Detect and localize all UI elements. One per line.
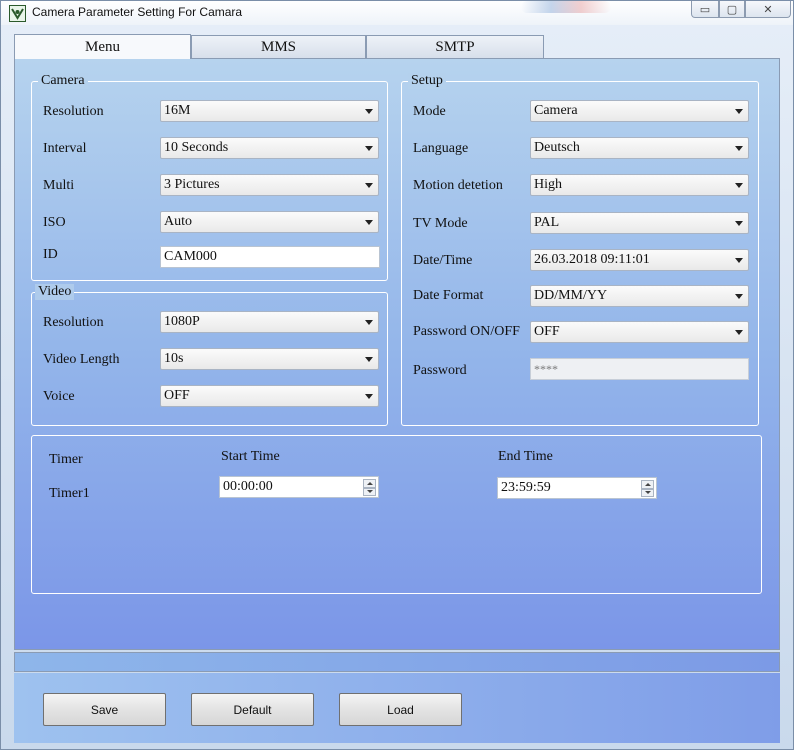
app-icon — [9, 5, 26, 22]
iso-label: ISO — [43, 215, 66, 230]
dropdown-arrow-icon — [365, 220, 373, 225]
datetime-value: 26.03.2018 09:11:01 — [534, 252, 650, 267]
iso-select[interactable]: Auto — [160, 211, 379, 233]
mode-value: Camera — [534, 103, 578, 118]
multi-value: 3 Pictures — [164, 177, 220, 192]
close-button[interactable]: ✕ — [745, 1, 791, 18]
dropdown-arrow-icon — [365, 394, 373, 399]
password-input: **** — [530, 358, 749, 380]
timer1-start-time-input[interactable]: 00:00:00 — [219, 476, 379, 498]
language-select[interactable]: Deutsch — [530, 137, 749, 159]
dropdown-arrow-icon — [735, 221, 743, 226]
voice-value: OFF — [164, 388, 190, 403]
tv-mode-value: PAL — [534, 215, 560, 230]
dropdown-arrow-icon — [735, 258, 743, 263]
date-format-label: Date Format — [413, 288, 484, 303]
password-onoff-label: Password ON/OFF — [413, 324, 520, 339]
multi-label: Multi — [43, 178, 75, 193]
dropdown-arrow-icon — [365, 146, 373, 151]
video-resolution-value: 1080P — [164, 314, 200, 329]
background-window-blur — [521, 1, 611, 13]
save-button[interactable]: Save — [43, 693, 166, 726]
motion-detection-label: Motion detetion — [413, 178, 503, 193]
tab-smtp[interactable]: SMTP — [366, 35, 544, 59]
timer1-start-value: 00:00:00 — [223, 479, 273, 494]
timer-label: Timer — [49, 452, 83, 467]
dropdown-arrow-icon — [735, 330, 743, 335]
dropdown-arrow-icon — [365, 183, 373, 188]
interval-select[interactable]: 10 Seconds — [160, 137, 379, 159]
maximize-button[interactable]: ▢ — [719, 1, 745, 18]
dropdown-arrow-icon — [735, 294, 743, 299]
video-length-select[interactable]: 10s — [160, 348, 379, 370]
camera-resolution-select[interactable]: 16M — [160, 100, 379, 122]
password-label: Password — [413, 363, 467, 378]
password-onoff-select[interactable]: OFF — [530, 321, 749, 343]
start-time-label: Start Time — [221, 449, 280, 464]
tab-menu[interactable]: Menu — [14, 34, 191, 59]
camera-settings-window: Camera Parameter Setting For Camara ▭ ▢ … — [0, 0, 794, 750]
minimize-button[interactable]: ▭ — [691, 1, 719, 18]
spin-down-icon[interactable] — [363, 487, 376, 496]
date-format-value: DD/MM/YY — [534, 288, 608, 303]
load-button[interactable]: Load — [339, 693, 462, 726]
video-resolution-label: Resolution — [43, 315, 104, 330]
dropdown-arrow-icon — [365, 320, 373, 325]
setup-group-legend: Setup — [408, 73, 446, 89]
language-label: Language — [413, 141, 469, 156]
spin-up-icon[interactable] — [363, 479, 376, 488]
video-resolution-select[interactable]: 1080P — [160, 311, 379, 333]
timer1-end-time-input[interactable]: 23:59:59 — [497, 477, 657, 499]
password-onoff-value: OFF — [534, 324, 560, 339]
datetime-select[interactable]: 26.03.2018 09:11:01 — [530, 249, 749, 271]
language-value: Deutsch — [534, 140, 580, 155]
motion-detection-value: High — [534, 177, 562, 192]
window-title: Camera Parameter Setting For Camara — [32, 5, 243, 19]
dropdown-arrow-icon — [365, 109, 373, 114]
voice-select[interactable]: OFF — [160, 385, 379, 407]
video-length-value: 10s — [164, 351, 184, 366]
dropdown-arrow-icon — [735, 183, 743, 188]
camera-resolution-value: 16M — [164, 103, 191, 118]
spin-up-icon[interactable] — [641, 480, 654, 489]
default-button[interactable]: Default — [191, 693, 314, 726]
start-time-spin-buttons[interactable] — [363, 479, 376, 496]
video-group-legend: Video — [35, 284, 75, 300]
iso-value: Auto — [164, 214, 192, 229]
end-time-label: End Time — [498, 449, 553, 464]
end-time-spin-buttons[interactable] — [641, 480, 654, 497]
date-format-select[interactable]: DD/MM/YY — [530, 285, 749, 307]
camera-resolution-label: Resolution — [43, 104, 104, 119]
timer1-label: Timer1 — [49, 486, 90, 501]
tv-mode-select[interactable]: PAL — [530, 212, 749, 234]
dropdown-arrow-icon — [735, 109, 743, 114]
interval-label: Interval — [43, 141, 87, 156]
tab-mms[interactable]: MMS — [191, 35, 366, 59]
timer1-end-value: 23:59:59 — [501, 480, 551, 495]
datetime-label: Date/Time — [413, 253, 473, 268]
dropdown-arrow-icon — [735, 146, 743, 151]
timer-group — [31, 435, 762, 594]
interval-value: 10 Seconds — [164, 140, 229, 155]
title-bar: Camera Parameter Setting For Camara ▭ ▢ … — [1, 1, 793, 25]
multi-select[interactable]: 3 Pictures — [160, 174, 379, 196]
status-strip — [14, 652, 780, 672]
spin-down-icon[interactable] — [641, 488, 654, 497]
id-label: ID — [43, 247, 58, 262]
camera-group-legend: Camera — [38, 73, 88, 89]
motion-detection-select[interactable]: High — [530, 174, 749, 196]
voice-label: Voice — [43, 389, 75, 404]
dropdown-arrow-icon — [365, 357, 373, 362]
mode-select[interactable]: Camera — [530, 100, 749, 122]
id-input[interactable]: CAM000 — [160, 246, 380, 268]
video-length-label: Video Length — [43, 352, 120, 367]
mode-label: Mode — [413, 104, 446, 119]
tv-mode-label: TV Mode — [413, 216, 468, 231]
